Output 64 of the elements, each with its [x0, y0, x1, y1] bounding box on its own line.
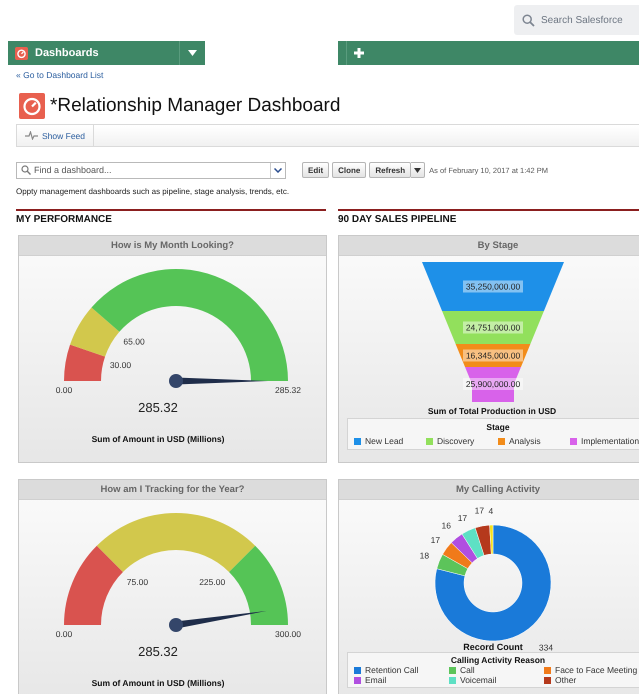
search-icon: [522, 14, 535, 26]
dashboard-description: Oppty management dashboards such as pipeline, stage analysis, trends, etc.: [16, 187, 290, 196]
page-title: *Relationship Manager Dashboard: [50, 95, 340, 117]
axis-label: Sum of Amount in USD (Millions): [92, 434, 224, 444]
tick-label: 225.00: [199, 576, 226, 587]
legend-label: Voicemail: [460, 676, 496, 685]
legend-label: Implementation: [581, 436, 639, 446]
card-title: How am I Tracking for the Year?: [19, 480, 326, 500]
legend-label: New Lead: [365, 436, 404, 446]
segment-value: 25,900,000.00: [463, 378, 523, 390]
legend-title: Calling Activity Reason: [450, 655, 546, 665]
dashboards-tab[interactable]: Dashboards: [8, 41, 205, 65]
refresh-menu-button[interactable]: [411, 162, 426, 178]
segment-value: 24,751,000.00: [463, 322, 523, 334]
toolbar-button[interactable]: Edit: [302, 162, 330, 178]
toolbar-button[interactable]: Clone: [332, 162, 366, 178]
card-title: By Stage: [339, 236, 639, 256]
data-label: 334: [538, 642, 554, 652]
show-feed-button[interactable]: Show Feed: [17, 125, 94, 146]
segment-value: 16,345,000.00: [463, 350, 523, 362]
legend-title: Stage: [485, 422, 511, 432]
section-heading: 90 DAY SALES PIPELINE: [338, 214, 456, 225]
data-label: 17: [474, 505, 484, 516]
tick-label: 30.00: [110, 360, 132, 370]
legend-label: Discovery: [437, 436, 474, 446]
gauge-value: 285.32: [138, 644, 178, 659]
axis-label: Record Count: [463, 642, 523, 652]
tick-label: 65.00: [123, 336, 145, 346]
search-box[interactable]: Search Salesforce: [514, 5, 639, 35]
tick-label: 75.00: [126, 576, 148, 587]
min-label: 0.00: [56, 385, 72, 395]
toolbar-button[interactable]: Refresh: [369, 162, 412, 178]
chevron-icon: [274, 168, 282, 172]
max-label: 285.32: [275, 385, 301, 395]
data-label: 16: [442, 520, 452, 531]
card-title: How is My Month Looking?: [19, 236, 326, 256]
caret-icon: [414, 168, 422, 172]
max-label: 300.00: [275, 629, 301, 639]
pulse-icon: [25, 131, 38, 140]
legend-label: Face to Face Meeting: [555, 666, 638, 675]
section-heading: MY PERFORMANCE: [16, 214, 112, 225]
caret-icon: [188, 50, 197, 56]
axis-label: Sum of Total Production in USD: [426, 406, 558, 416]
min-label: 0.00: [56, 629, 72, 639]
search-field[interactable]: Search Salesforce: [541, 14, 631, 26]
data-label: 17: [458, 512, 468, 523]
dashboard-icon: [15, 46, 28, 60]
find-dashboard-box[interactable]: Find a dashboard...: [16, 162, 286, 178]
back-link[interactable]: « Go to Dashboard List: [16, 70, 104, 80]
legend-label: Retention Call: [365, 666, 418, 675]
data-label: 4: [488, 506, 494, 516]
legend-label: Call: [460, 666, 475, 675]
legend-label: Other: [555, 676, 576, 685]
legend-label: Email: [365, 676, 386, 685]
search-icon: [21, 165, 31, 175]
data-label: 17: [430, 534, 440, 545]
card-title: My Calling Activity: [339, 480, 639, 500]
dashboard-icon: [19, 93, 45, 119]
segment-value: 35,250,000.00: [463, 280, 523, 292]
legend-label: Analysis: [509, 436, 541, 446]
data-label: 18: [420, 550, 430, 560]
axis-label: Sum of Amount in USD (Millions): [92, 678, 224, 688]
plus-icon: [354, 48, 364, 58]
gauge-value: 285.32: [138, 400, 178, 415]
